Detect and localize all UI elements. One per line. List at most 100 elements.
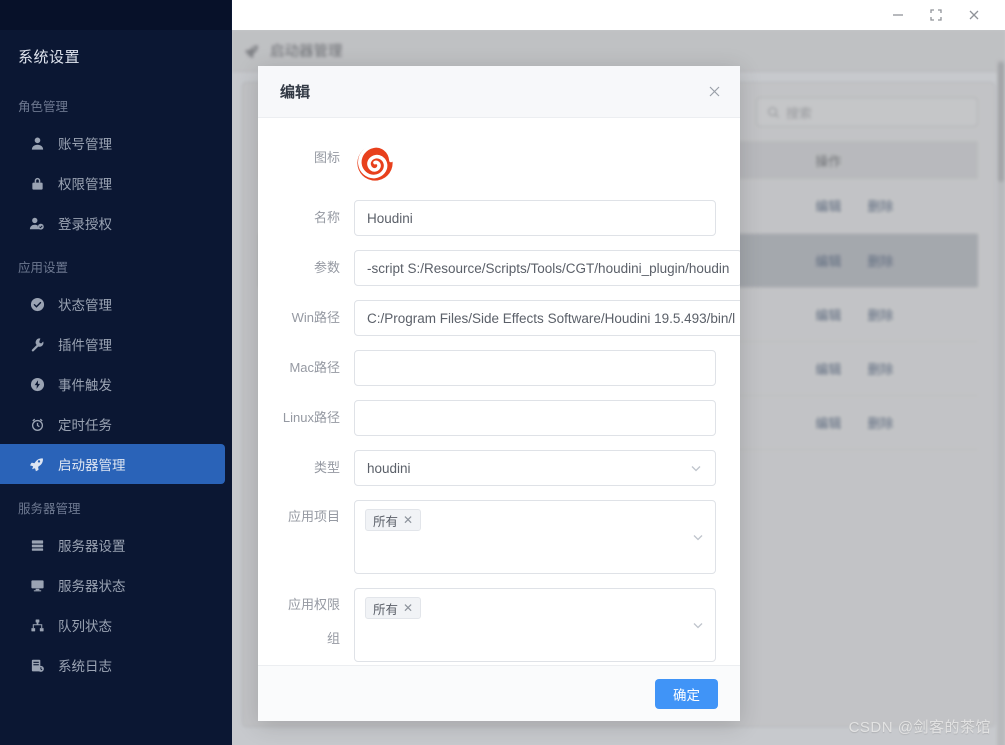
sidebar-item-label: 服务器状态	[58, 579, 126, 594]
delete-link[interactable]: 删除	[867, 308, 893, 323]
minimize-icon[interactable]	[879, 0, 917, 30]
user-icon	[26, 134, 48, 152]
cell-actions: 编辑 删除	[805, 233, 978, 288]
field-name-label: 名称	[313, 210, 340, 225]
field-permission-groups: 应用权限组 所有 ✕	[276, 588, 716, 662]
type-select-value: houdini	[367, 460, 411, 476]
field-args-label: 参数	[313, 260, 340, 275]
sidebar-item-label: 登录授权	[58, 217, 112, 232]
watermark: CSDN @剑客的茶馆	[848, 719, 991, 736]
sidebar-item-3-g2[interactable]: 事件触发	[0, 364, 223, 404]
bolt-circle-icon	[26, 375, 48, 393]
field-type-label: 类型	[313, 460, 340, 475]
field-type: 类型 houdini	[276, 450, 716, 486]
rocket-icon	[26, 455, 48, 473]
app-window: 系统设置 角色管理账号管理权限管理登录授权应用设置状态管理插件管理事件触发定时任…	[0, 0, 1005, 745]
cell-actions: 编辑 删除	[805, 395, 978, 450]
edit-link[interactable]: 编辑	[815, 199, 841, 214]
sidebar-item-1-g3[interactable]: 服务器设置	[0, 525, 223, 565]
rocket-icon	[242, 41, 262, 61]
sidebar-item-4-g3[interactable]: 系统日志	[0, 645, 223, 685]
window-titlebar	[232, 0, 1005, 30]
tag-item[interactable]: 所有 ✕	[365, 509, 422, 531]
sidebar: 系统设置 角色管理账号管理权限管理登录授权应用设置状态管理插件管理事件触发定时任…	[0, 0, 232, 745]
tag-label: 所有	[373, 514, 399, 529]
tag-item[interactable]: 所有 ✕	[365, 597, 422, 619]
sidebar-item-5-g2[interactable]: 启动器管理	[0, 444, 225, 484]
close-icon[interactable]	[707, 84, 722, 99]
delete-link[interactable]: 删除	[867, 416, 893, 431]
houdini-logo-icon	[354, 140, 716, 186]
field-projects-label: 应用项目	[287, 509, 340, 524]
edit-link[interactable]: 编辑	[815, 362, 841, 377]
sidebar-item-label: 队列状态	[58, 619, 112, 634]
projects-multiselect[interactable]: 所有 ✕	[354, 500, 716, 574]
sidebar-item-label: 账号管理	[58, 137, 112, 152]
page-scrollbar-thumb[interactable]	[998, 62, 1004, 182]
search-placeholder-text: 搜索	[786, 105, 813, 121]
maximize-icon[interactable]	[917, 0, 955, 30]
cell-actions: 编辑 删除	[805, 287, 978, 342]
tag-remove-icon[interactable]: ✕	[403, 513, 413, 527]
search-icon	[767, 106, 780, 119]
sidebar-title: 系统设置	[18, 49, 81, 66]
sidebar-item-label: 状态管理	[58, 298, 112, 313]
cell-actions: 编辑 删除	[805, 341, 978, 396]
chevron-down-icon	[691, 530, 705, 544]
delete-link[interactable]: 删除	[867, 199, 893, 214]
mac-path-input[interactable]	[354, 350, 716, 386]
sidebar-item-label: 权限管理	[58, 177, 112, 192]
sidebar-item-label: 启动器管理	[58, 458, 126, 473]
check-circle-icon	[26, 295, 48, 313]
delete-link[interactable]: 删除	[867, 254, 893, 269]
sidebar-item-label: 定时任务	[58, 418, 112, 433]
confirm-button[interactable]: 确定	[655, 678, 718, 709]
monitor-icon	[26, 576, 48, 594]
sidebar-item-3-g3[interactable]: 队列状态	[0, 605, 223, 645]
sidebar-group-label: 角色管理	[18, 100, 69, 114]
edit-dialog: 编辑 图标 名称 Houdini 参数 -script S:/Resource/…	[258, 66, 740, 721]
sidebar-item-label: 服务器设置	[58, 539, 126, 554]
edit-link[interactable]: 编辑	[815, 254, 841, 269]
name-input[interactable]: Houdini	[354, 200, 716, 236]
tag-label: 所有	[373, 602, 399, 617]
edit-link[interactable]: 编辑	[815, 308, 841, 323]
dialog-title: 编辑	[280, 84, 311, 101]
sidebar-titlebar-spacer	[0, 0, 231, 30]
sitemap-icon	[26, 616, 48, 634]
field-icon-label: 图标	[313, 150, 340, 165]
field-mac-path-label: Mac路径	[289, 360, 340, 375]
sidebar-item-4-g2[interactable]: 定时任务	[0, 404, 223, 444]
search-input[interactable]: 搜索	[756, 97, 978, 127]
sidebar-group-label: 服务器管理	[18, 502, 81, 516]
edit-link[interactable]: 编辑	[815, 416, 841, 431]
args-input[interactable]: -script S:/Resource/Scripts/Tools/CGT/ho…	[354, 250, 740, 286]
sidebar-item-2-g3[interactable]: 服务器状态	[0, 565, 223, 605]
linux-path-input[interactable]	[354, 400, 716, 436]
win-path-input[interactable]: C:/Program Files/Side Effects Software/H…	[354, 300, 740, 336]
sidebar-group-label: 应用设置	[18, 261, 69, 275]
sidebar-item-1-g2[interactable]: 状态管理	[0, 284, 223, 324]
sidebar-item-label: 系统日志	[58, 659, 112, 674]
sidebar-item-1-g1[interactable]: 账号管理	[0, 123, 223, 163]
permission-groups-multiselect[interactable]: 所有 ✕	[354, 588, 716, 662]
field-win-path: Win路径 C:/Program Files/Side Effects Soft…	[276, 300, 740, 336]
field-linux-path-label: Linux路径	[282, 410, 340, 425]
log-book-icon	[26, 656, 48, 674]
type-select[interactable]: houdini	[354, 450, 716, 486]
sidebar-item-3-g1[interactable]: 登录授权	[0, 203, 223, 243]
page-scrollbar[interactable]	[997, 60, 1005, 745]
chevron-down-icon	[689, 461, 703, 475]
page-title: 启动器管理	[270, 44, 343, 60]
sidebar-item-label: 插件管理	[58, 338, 112, 353]
dialog-footer: 确定	[258, 665, 740, 721]
close-icon[interactable]	[955, 0, 993, 30]
field-projects: 应用项目 所有 ✕	[276, 500, 716, 574]
dialog-header: 编辑	[258, 66, 740, 118]
delete-link[interactable]: 删除	[867, 362, 893, 377]
sidebar-item-2-g1[interactable]: 权限管理	[0, 163, 223, 203]
wrench-icon	[26, 335, 48, 353]
tag-remove-icon[interactable]: ✕	[403, 601, 413, 615]
sidebar-item-2-g2[interactable]: 插件管理	[0, 324, 223, 364]
sidebar-nav: 角色管理账号管理权限管理登录授权应用设置状态管理插件管理事件触发定时任务启动器管…	[0, 82, 231, 685]
